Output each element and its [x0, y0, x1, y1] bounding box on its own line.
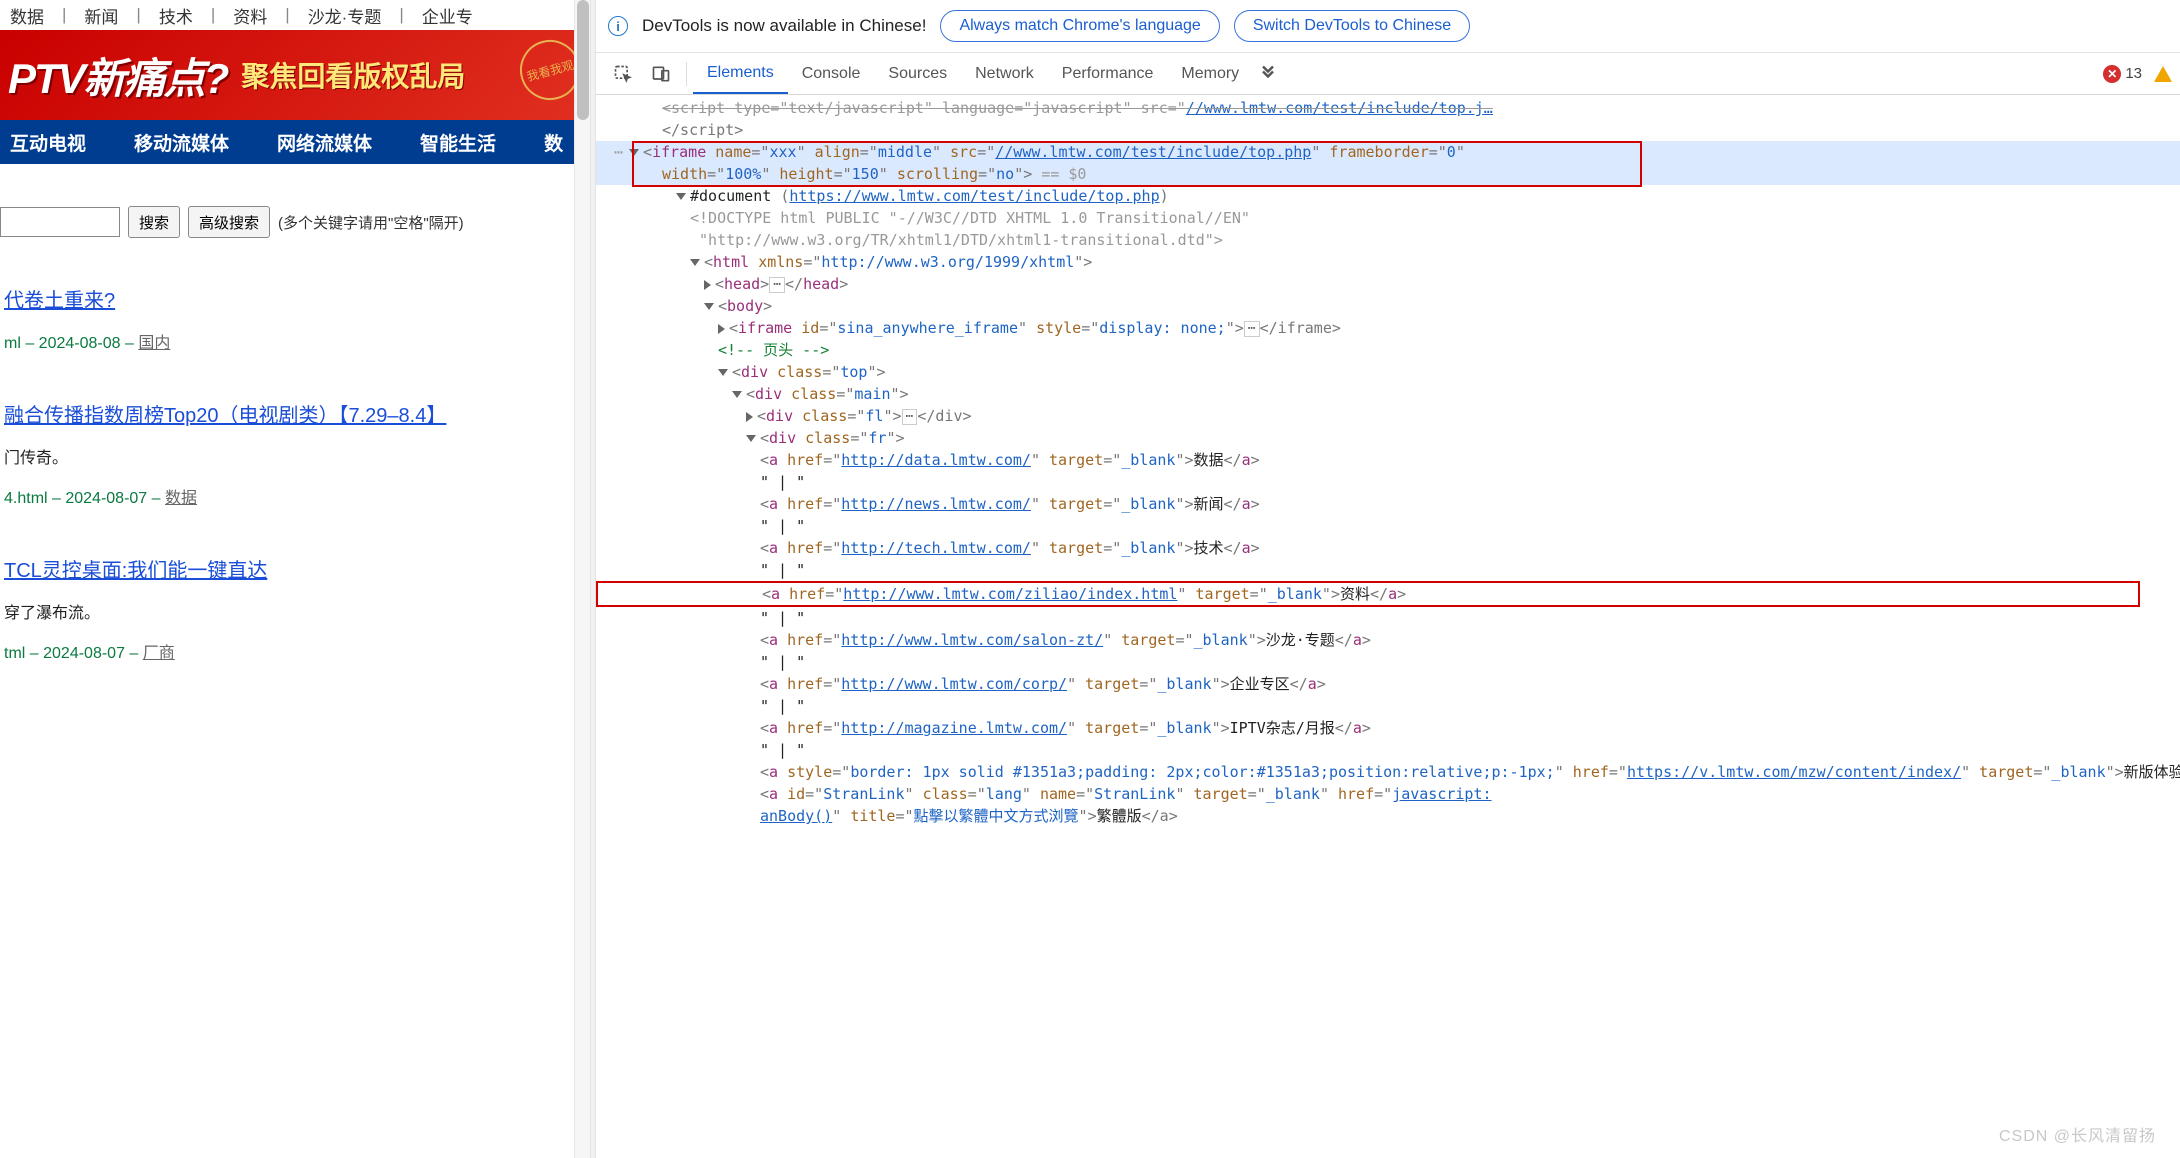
tab-network[interactable]: Network	[961, 55, 1048, 93]
cat-net-stream[interactable]: 网络流媒体	[277, 129, 372, 156]
website-pane: 数据| 新闻| 技术| 资料| 沙龙·专题| 企业专 PTV新痛点? 聚焦回看版…	[0, 0, 590, 1158]
result-desc: 穿了瀑布流。	[4, 599, 586, 623]
devtools-language-notice: i DevTools is now available in Chinese! …	[596, 0, 2180, 53]
dom-line[interactable]: <!-- 页头 -->	[596, 339, 2180, 361]
nav-salon[interactable]: 沙龙·专题	[302, 3, 388, 28]
top-nav: 数据| 新闻| 技术| 资料| 沙龙·专题| 企业专	[0, 0, 590, 30]
tab-performance[interactable]: Performance	[1048, 55, 1168, 93]
dom-line[interactable]: <div class="top">	[596, 361, 2180, 383]
switch-language-button[interactable]: Switch DevTools to Chinese	[1234, 10, 1470, 42]
search-bar: 搜索 高级搜索 (多个关键字请用"空格"隔开)	[0, 206, 590, 238]
dom-text-separator[interactable]: " | "	[596, 651, 2180, 673]
banner-title: PTV新痛点?	[8, 45, 227, 106]
result-category[interactable]: 厂商	[143, 645, 175, 662]
dom-line[interactable]: <div class="fl">⋯</div>	[596, 405, 2180, 427]
tab-console[interactable]: Console	[788, 55, 875, 93]
dom-anchor-line[interactable]: <a href="http://www.lmtw.com/salon-zt/" …	[596, 629, 2180, 651]
scrollbar[interactable]	[574, 0, 590, 1158]
always-match-language-button[interactable]: Always match Chrome's language	[940, 10, 1219, 42]
dom-line[interactable]: <div class="main">	[596, 383, 2180, 405]
devtools-pane: i DevTools is now available in Chinese! …	[596, 0, 2180, 1158]
tab-sources[interactable]: Sources	[874, 55, 961, 93]
result-category[interactable]: 数据	[165, 490, 197, 507]
dom-line[interactable]: </script>	[596, 119, 2180, 141]
search-button[interactable]: 搜索	[128, 206, 180, 238]
dom-line[interactable]: <iframe id="sina_anywhere_iframe" style=…	[596, 317, 2180, 339]
inspect-icon[interactable]	[612, 63, 634, 85]
search-hint: (多个关键字请用"空格"隔开)	[278, 212, 464, 233]
category-nav: 互动电视 移动流媒体 网络流媒体 智能生活 数	[0, 120, 590, 164]
dom-text-separator[interactable]: " | "	[596, 607, 2180, 629]
hero-banner: PTV新痛点? 聚焦回看版权乱局 我看我观	[0, 30, 590, 120]
result-title[interactable]: TCL灵控桌面:我们能一键直达	[4, 560, 267, 582]
dom-line[interactable]: #document (https://www.lmtw.com/test/inc…	[596, 185, 2180, 207]
result-item: 代卷土重来? ml – 2024-08-08 – 国内	[4, 284, 586, 353]
dom-anchor-line[interactable]: <a href="http://magazine.lmtw.com/" targ…	[596, 717, 2180, 739]
result-category[interactable]: 国内	[138, 335, 170, 352]
dom-iframe-node[interactable]: ⋯<iframe name="xxx" align="middle" src="…	[596, 141, 2180, 163]
dom-anchor-line[interactable]: <a href="http://www.lmtw.com/ziliao/inde…	[596, 581, 2140, 607]
notice-text: DevTools is now available in Chinese!	[642, 16, 926, 36]
error-badge[interactable]: ✕13	[2103, 65, 2142, 83]
nav-corp[interactable]: 企业专	[416, 3, 479, 28]
dom-anchor-line[interactable]: <a href="http://data.lmtw.com/" target="…	[596, 449, 2180, 471]
result-item: TCL灵控桌面:我们能一键直达 穿了瀑布流。 tml – 2024-08-07 …	[4, 554, 586, 663]
result-item: 融合传播指数周榜Top20（电视剧类）【7.29–8.4】 门传奇。 4.htm…	[4, 399, 586, 508]
error-count: 13	[2125, 65, 2142, 82]
nav-data[interactable]: 数据	[4, 3, 50, 28]
dom-iframe-node-cont[interactable]: width="100%" height="150" scrolling="no"…	[596, 163, 2180, 185]
dom-text-separator[interactable]: " | "	[596, 471, 2180, 493]
cat-data[interactable]: 数	[544, 129, 563, 156]
dom-line[interactable]: <html xmlns="http://www.w3.org/1999/xhtm…	[596, 251, 2180, 273]
tab-memory[interactable]: Memory	[1167, 55, 1253, 93]
tab-elements[interactable]: Elements	[693, 54, 788, 94]
dom-doctype[interactable]: <!DOCTYPE html PUBLIC "-//W3C//DTD XHTML…	[596, 207, 2180, 251]
cat-interactive-tv[interactable]: 互动电视	[10, 129, 86, 156]
devtools-tabs: Elements Console Sources Network Perform…	[596, 53, 2180, 95]
dom-line[interactable]: <script type="text/javascript" language=…	[596, 97, 2180, 119]
cat-smart-life[interactable]: 智能生活	[420, 129, 496, 156]
scroll-thumb[interactable]	[577, 0, 589, 120]
banner-subtitle: 聚焦回看版权乱局	[241, 55, 465, 95]
dom-line[interactable]: <body>	[596, 295, 2180, 317]
cat-mobile-stream[interactable]: 移动流媒体	[134, 129, 229, 156]
dom-text-separator[interactable]: " | "	[596, 695, 2180, 717]
search-results: 代卷土重来? ml – 2024-08-08 – 国内 融合传播指数周榜Top2…	[0, 238, 590, 663]
result-meta: ml – 2024-08-08 – 国内	[4, 329, 586, 353]
search-input[interactable]	[0, 207, 120, 237]
dom-line[interactable]: <a style="border: 1px solid #1351a3;padd…	[596, 761, 2180, 783]
dom-anchor-line[interactable]: <a href="http://www.lmtw.com/corp/" targ…	[596, 673, 2180, 695]
result-title[interactable]: 代卷土重来?	[4, 290, 115, 312]
dom-line[interactable]: <div class="fr">	[596, 427, 2180, 449]
result-title[interactable]: 融合传播指数周榜Top20（电视剧类）【7.29–8.4】	[4, 405, 446, 427]
dom-text-separator[interactable]: " | "	[596, 559, 2180, 581]
warning-icon[interactable]	[2154, 66, 2172, 82]
nav-news[interactable]: 新闻	[78, 3, 124, 28]
nav-tech[interactable]: 技术	[153, 3, 199, 28]
device-toggle-icon[interactable]	[650, 63, 672, 85]
info-icon: i	[608, 16, 628, 36]
result-meta: 4.html – 2024-08-07 – 数据	[4, 484, 586, 508]
dom-text-separator[interactable]: " | "	[596, 739, 2180, 761]
dom-text-separator[interactable]: " | "	[596, 515, 2180, 537]
dom-anchor-line[interactable]: <a href="http://news.lmtw.com/" target="…	[596, 493, 2180, 515]
more-tabs-icon[interactable]	[1257, 63, 1279, 85]
advanced-search-button[interactable]: 高级搜索	[188, 206, 270, 238]
error-icon: ✕	[2103, 65, 2121, 83]
dom-line[interactable]: <head>⋯</head>	[596, 273, 2180, 295]
elements-dom-tree[interactable]: <script type="text/javascript" language=…	[596, 95, 2180, 1158]
result-desc: 门传奇。	[4, 444, 586, 468]
nav-ziliao[interactable]: 资料	[227, 3, 273, 28]
dom-line[interactable]: <a id="StranLink" class="lang" name="Str…	[596, 783, 2180, 827]
dom-anchor-line[interactable]: <a href="http://tech.lmtw.com/" target="…	[596, 537, 2180, 559]
result-meta: tml – 2024-08-07 – 厂商	[4, 639, 586, 663]
